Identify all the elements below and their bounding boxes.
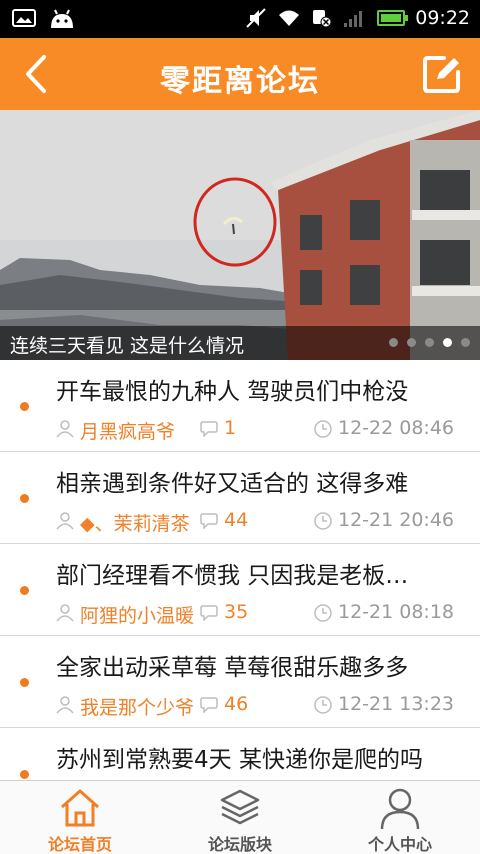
list-item[interactable]: 相亲遇到条件好又适合的 这得多难 ◆、茉莉清茶 44 12-21 20:46 — [0, 452, 480, 544]
carousel-indicator — [389, 338, 470, 347]
signal-icon — [344, 11, 363, 27]
post-author[interactable]: 我是那个少爷 — [80, 693, 194, 720]
carousel-dot[interactable] — [461, 338, 470, 347]
post-time: 12-22 08:46 — [338, 417, 455, 439]
banner-caption-bar: 连续三天看见 这是什么情况 — [0, 326, 480, 360]
banner-carousel[interactable]: 连续三天看见 这是什么情况 — [0, 110, 480, 360]
list-item[interactable]: 全家出动采草莓 草莓很甜乐趣多多 我是那个少爷 46 12-21 13:23 — [0, 636, 480, 728]
person-icon — [380, 788, 420, 829]
bullet-dot — [20, 678, 29, 687]
comment-icon — [200, 513, 218, 529]
nav-personal-center[interactable]: 个人中心 — [320, 781, 480, 854]
post-list: 开车最恨的九种人 驾驶员们中枪没 月黑疯高爷 1 12-22 08:46 相亲遇… — [0, 360, 480, 780]
status-bar: 09:22 — [0, 0, 480, 38]
nav-label: 个人中心 — [367, 835, 432, 854]
comment-count: 35 — [224, 601, 249, 623]
nav-forum-home[interactable]: 论坛首页 — [0, 781, 160, 854]
carousel-dot[interactable] — [389, 338, 398, 347]
battery-icon — [377, 10, 409, 26]
bullet-dot — [20, 402, 29, 411]
compose-button[interactable] — [420, 52, 464, 96]
post-author[interactable]: 阿狸的小温暖 — [80, 601, 194, 628]
comment-icon — [200, 421, 218, 437]
bottom-nav: 论坛首页 论坛版块 个人中心 — [0, 780, 480, 854]
user-icon — [56, 604, 74, 622]
banner-image — [0, 110, 480, 360]
user-icon — [56, 420, 74, 438]
clock-icon — [314, 420, 332, 438]
nav-label: 论坛首页 — [47, 835, 112, 854]
post-time: 12-21 13:23 — [338, 693, 455, 715]
layers-icon — [220, 789, 260, 825]
post-time: 12-21 08:18 — [338, 601, 455, 623]
carousel-dot[interactable] — [443, 338, 452, 347]
gallery-icon — [12, 9, 36, 27]
comment-icon — [200, 605, 218, 621]
nav-forum-boards[interactable]: 论坛版块 — [160, 781, 320, 854]
android-icon — [51, 9, 73, 28]
page-title: 零距离论坛 — [160, 64, 320, 99]
post-meta: 我是那个少爷 46 12-21 13:23 — [56, 693, 466, 719]
comment-count: 1 — [224, 417, 237, 439]
post-meta: ◆、茉莉清茶 44 12-21 20:46 — [56, 509, 466, 535]
app-bar: 零距离论坛 — [0, 38, 480, 110]
post-time: 12-21 20:46 — [338, 509, 455, 531]
sim-icon — [313, 10, 332, 28]
post-author[interactable]: 月黑疯高爷 — [80, 417, 175, 444]
bullet-dot — [20, 770, 29, 779]
post-title: 开车最恨的九种人 驾驶员们中枪没 — [56, 379, 409, 405]
clock-icon — [314, 696, 332, 714]
post-meta: 月黑疯高爷 1 12-22 08:46 — [56, 417, 466, 443]
list-item[interactable]: 苏州到常熟要4天 某快递你是爬的吗 — [0, 728, 480, 780]
post-title: 相亲遇到条件好又适合的 这得多难 — [56, 471, 409, 497]
list-item[interactable]: 部门经理看不惯我 只因我是老板… 阿狸的小温暖 35 12-21 08:18 — [0, 544, 480, 636]
home-icon — [61, 789, 99, 827]
clock-time: 09:22 — [415, 7, 470, 29]
carousel-dot[interactable] — [407, 338, 416, 347]
banner-caption: 连续三天看见 这是什么情况 — [10, 335, 245, 357]
bullet-dot — [20, 494, 29, 503]
post-meta: 阿狸的小温暖 35 12-21 08:18 — [56, 601, 466, 627]
clock-icon — [314, 512, 332, 530]
post-title: 全家出动采草莓 草莓很甜乐趣多多 — [56, 655, 409, 681]
nav-label: 论坛版块 — [207, 835, 272, 854]
post-title: 部门经理看不惯我 只因我是老板… — [56, 563, 409, 589]
comment-count: 44 — [224, 509, 249, 531]
bullet-dot — [20, 586, 29, 595]
post-title: 苏州到常熟要4天 某快递你是爬的吗 — [56, 747, 423, 773]
clock-icon — [314, 604, 332, 622]
comment-count: 46 — [224, 693, 249, 715]
user-icon — [56, 512, 74, 530]
list-item[interactable]: 开车最恨的九种人 驾驶员们中枪没 月黑疯高爷 1 12-22 08:46 — [0, 360, 480, 452]
wifi-icon — [279, 10, 300, 26]
carousel-dot[interactable] — [425, 338, 434, 347]
mute-icon — [246, 8, 266, 28]
edit-icon — [423, 56, 460, 93]
post-author[interactable]: ◆、茉莉清茶 — [80, 509, 190, 536]
user-icon — [56, 696, 74, 714]
comment-icon — [200, 697, 218, 713]
